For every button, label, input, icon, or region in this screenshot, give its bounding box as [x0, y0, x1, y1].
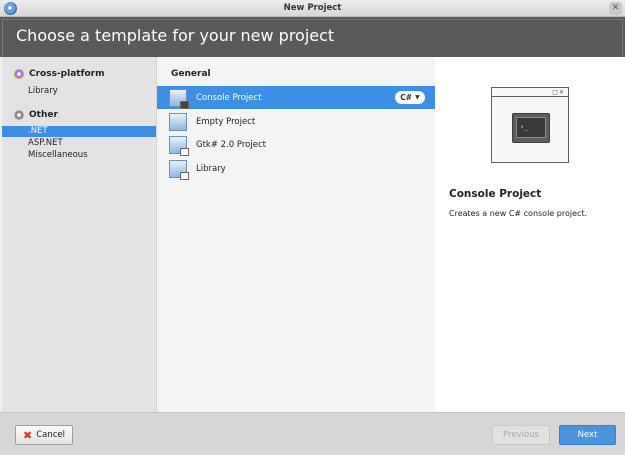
- template-label: Gtk# 2.0 Project: [196, 139, 266, 150]
- dialog-footer: ✖ Cancel Previous Next: [0, 412, 625, 455]
- cancel-label: Cancel: [36, 430, 65, 440]
- sidebar-item-aspnet[interactable]: ASP.NET: [28, 138, 63, 149]
- template-preview-image: □✕ ›_: [491, 87, 569, 163]
- close-icon[interactable]: ✕: [609, 2, 622, 15]
- template-detail-title: Console Project: [449, 188, 542, 200]
- window-controls-icon: □✕: [552, 89, 565, 96]
- terminal-prompt: ›_: [516, 117, 546, 138]
- cross-platform-icon: [14, 69, 24, 79]
- template-detail-panel: □✕ ›_ Console Project Creates a new C# c…: [435, 57, 625, 412]
- category-label: Other: [29, 110, 58, 120]
- cancel-icon: ✖: [22, 428, 33, 442]
- sidebar-item-library[interactable]: Library: [28, 86, 58, 97]
- category-other[interactable]: Other: [14, 108, 58, 122]
- next-button[interactable]: Next: [559, 425, 616, 445]
- preview-divider: [492, 96, 568, 97]
- category-cross-platform[interactable]: Cross-platform: [14, 67, 105, 81]
- template-console-project[interactable]: Console Project C# ▼: [157, 86, 435, 109]
- language-selector[interactable]: C# ▼: [395, 91, 425, 104]
- console-template-icon: [169, 88, 189, 109]
- empty-project-icon: [169, 112, 187, 131]
- window-title: New Project: [283, 3, 342, 13]
- other-category-icon: [14, 110, 24, 120]
- title-bar: New Project ✕: [0, 0, 625, 17]
- template-library[interactable]: Library: [157, 157, 435, 180]
- terminal-icon: ›_: [512, 113, 550, 143]
- sidebar-item-miscellaneous[interactable]: Miscellaneous: [28, 150, 88, 161]
- template-gtk-project[interactable]: Gtk# 2.0 Project: [157, 133, 435, 156]
- cancel-button[interactable]: ✖ Cancel: [15, 425, 73, 445]
- template-label: Console Project: [196, 92, 262, 103]
- template-label: Library: [196, 163, 226, 174]
- category-label: Cross-platform: [29, 69, 105, 79]
- category-sidebar: Cross-platform Library Other .NET ASP.NE…: [2, 57, 157, 412]
- gtk-project-icon: [169, 135, 189, 156]
- library-template-icon: [169, 159, 189, 180]
- template-empty-project[interactable]: Empty Project: [157, 110, 435, 133]
- previous-button[interactable]: Previous: [492, 425, 550, 445]
- language-label: C#: [400, 93, 413, 102]
- sidebar-item-dotnet[interactable]: .NET: [2, 126, 156, 137]
- dialog-heading: Choose a template for your new project: [16, 26, 335, 45]
- dialog-header: Choose a template for your new project: [0, 17, 625, 57]
- chevron-down-icon: ▼: [415, 94, 420, 101]
- template-group-title: General: [171, 69, 211, 79]
- template-list: General Console Project C# ▼ Empty Proje…: [157, 57, 435, 412]
- template-label: Empty Project: [196, 116, 256, 127]
- template-detail-description: Creates a new C# console project.: [449, 209, 588, 218]
